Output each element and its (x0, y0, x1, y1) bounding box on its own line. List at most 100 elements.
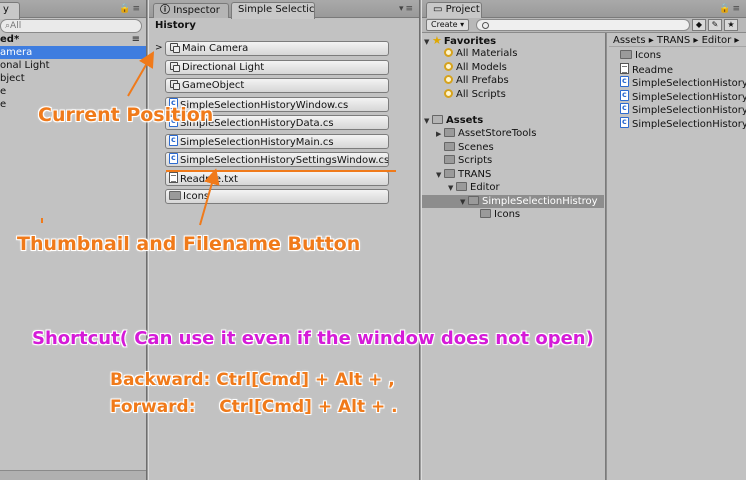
file-list-item-label: SimpleSelectionHistoryW (632, 118, 746, 130)
tree-asset-item[interactable]: ▼ TRANS (422, 168, 604, 181)
csharp-script-icon (169, 153, 178, 164)
tab-menu-icon[interactable]: ▾≡ (399, 4, 415, 14)
tab-project[interactable]: ▭ Project (426, 2, 482, 19)
history-button[interactable]: Main Camera (165, 41, 389, 56)
project-toolbar: Create ▾ ◆ ✎ ★ (422, 18, 746, 33)
hierarchy-item[interactable]: bject (0, 72, 146, 85)
hierarchy-item[interactable]: amera (0, 46, 146, 59)
file-list-item[interactable]: Icons (620, 49, 661, 62)
history-button[interactable]: SimpleSelectionHistorySettingsWindow.cs (165, 152, 389, 167)
tree-asset-item[interactable]: Scenes (422, 141, 604, 154)
favorite-star-icon[interactable]: ★ (724, 19, 738, 31)
file-list-item-label: SimpleSelectionHistoryS (632, 105, 746, 116)
folder-icon (456, 182, 467, 191)
history-button-label: Directional Light (182, 61, 265, 73)
file-list-item[interactable]: Readme (620, 62, 673, 76)
tree-assets[interactable]: ▼ Assets (422, 114, 604, 127)
current-position-annotation: Current Position (38, 104, 214, 126)
folder-icon (480, 209, 491, 218)
history-button[interactable]: GameObject (165, 78, 389, 93)
history-button-label: Main Camera (182, 43, 249, 54)
file-list-item[interactable]: SimpleSelectionHistoryM (620, 88, 746, 103)
history-button-label: SimpleSelectionHistorySettingsWindow.cs (180, 155, 389, 166)
tree-favorites[interactable]: ▼ ★ Favorites (422, 34, 604, 47)
history-button[interactable]: SimpleSelectionHistoryMain.cs (165, 133, 389, 149)
tree-item-label: All Scripts (456, 88, 506, 100)
folder-icon (620, 50, 632, 59)
folder-icon: ▭ (433, 4, 443, 15)
file-list-item-label: SimpleSelectionHistoryM (632, 91, 746, 103)
csharp-script-icon (620, 74, 629, 87)
file-list-item[interactable]: SimpleSelectionHistoryS (620, 101, 746, 116)
tree-item-label: Scripts (458, 155, 493, 166)
text-file-icon (620, 62, 629, 74)
tree-favorite-item[interactable]: All Prefabs (422, 74, 604, 87)
hierarchy-item[interactable]: e (0, 85, 146, 98)
csharp-script-icon (620, 101, 629, 114)
scene-header[interactable]: ed* ≡ (0, 33, 146, 46)
tree-asset-item[interactable]: ▼ SimpleSelectionHistroy (422, 194, 604, 209)
history-button-label: GameObject (182, 80, 245, 91)
tree-item-label: Scenes (458, 141, 494, 153)
history-button-label: Readme.txt (180, 173, 238, 185)
tree-item-label: Assets (446, 115, 484, 126)
tree-item-label: Favorites (443, 36, 497, 47)
tab-simple-selection[interactable]: Simple Selectic (231, 2, 315, 19)
folder-icon (444, 168, 455, 178)
filter-type-icon[interactable]: ◆ (692, 19, 706, 31)
breadcrumb[interactable]: Assets ▸ TRANS ▸ Editor ▸ (609, 34, 746, 47)
tree-favorite-item[interactable]: All Models (422, 61, 604, 74)
tree-item-label: Editor (470, 182, 500, 193)
history-button[interactable]: Icons (165, 189, 389, 204)
hierarchy-item-label: amera (0, 47, 33, 58)
tree-item-label: All Materials (456, 48, 518, 59)
project-split-divider[interactable] (605, 33, 607, 480)
file-list-item-label: SimpleSelectionHistoryD (632, 78, 746, 89)
history-button[interactable]: Directional Light (165, 59, 389, 75)
project-search-input[interactable] (476, 19, 690, 31)
lock-icon[interactable]: 🔒≡ (119, 4, 142, 14)
expand-arrow-icon[interactable]: ▼ (436, 169, 444, 182)
expand-arrow-icon[interactable]: ▼ (448, 182, 456, 195)
hierarchy-bottom-strip (0, 470, 146, 480)
gameobject-icon (169, 79, 180, 90)
folder-icon (444, 128, 455, 137)
hierarchy-item-label: e (0, 86, 7, 97)
thumbnail-button-annotation: Thumbnail and Filename Button (17, 233, 361, 255)
history-button-label: SimpleSelectionHistoryMain.cs (180, 136, 334, 148)
text-file-icon (169, 171, 178, 183)
file-list-item[interactable]: SimpleSelectionHistoryD (620, 74, 746, 89)
tree-favorite-item[interactable]: All Scripts (422, 88, 604, 101)
expand-arrow-icon[interactable]: ▼ (460, 196, 468, 209)
file-list-item-label: Icons (635, 50, 662, 61)
scene-menu-icon[interactable]: ≡ (132, 33, 140, 46)
folder-icon (169, 191, 181, 200)
tree-item-label: All Models (456, 61, 507, 73)
hierarchy-tabbar: y 🔒≡ (0, 0, 146, 19)
tree-asset-item[interactable]: ▶ AssetStoreTools (422, 127, 604, 140)
hierarchy-search-input[interactable]: ⌕All (0, 19, 142, 33)
info-icon: ⓘ (160, 5, 170, 16)
tree-item-label: AssetStoreTools (458, 128, 537, 139)
tree-asset-item[interactable]: Icons (422, 208, 604, 221)
expand-arrow-icon[interactable]: ▶ (436, 128, 444, 141)
folder-icon (468, 195, 479, 205)
file-list-item[interactable]: SimpleSelectionHistoryW (620, 115, 746, 130)
tab-hierarchy[interactable]: y (0, 2, 20, 19)
csharp-script-icon (620, 115, 629, 128)
folder-icon (444, 155, 455, 164)
filter-label-icon[interactable]: ✎ (708, 19, 722, 31)
tree-favorite-item[interactable]: All Materials (422, 47, 604, 60)
history-button[interactable]: Readme.txt (165, 170, 389, 186)
hierarchy-item-label: onal Light (0, 60, 50, 71)
project-lock-icon[interactable]: 🔒≡ (719, 4, 742, 14)
hierarchy-item[interactable]: onal Light (0, 59, 146, 72)
tree-asset-item[interactable]: ▼ Editor (422, 181, 604, 194)
history-title: History (155, 20, 196, 31)
folder-icon (432, 115, 443, 124)
project-tabbar: ▭ Project 🔒≡ (422, 0, 746, 19)
tree-asset-item[interactable]: Scripts (422, 154, 604, 167)
favorites-star-icon: ★ (432, 34, 442, 47)
tab-inspector[interactable]: ⓘ Inspector (153, 3, 229, 18)
create-button[interactable]: Create ▾ (426, 19, 470, 31)
